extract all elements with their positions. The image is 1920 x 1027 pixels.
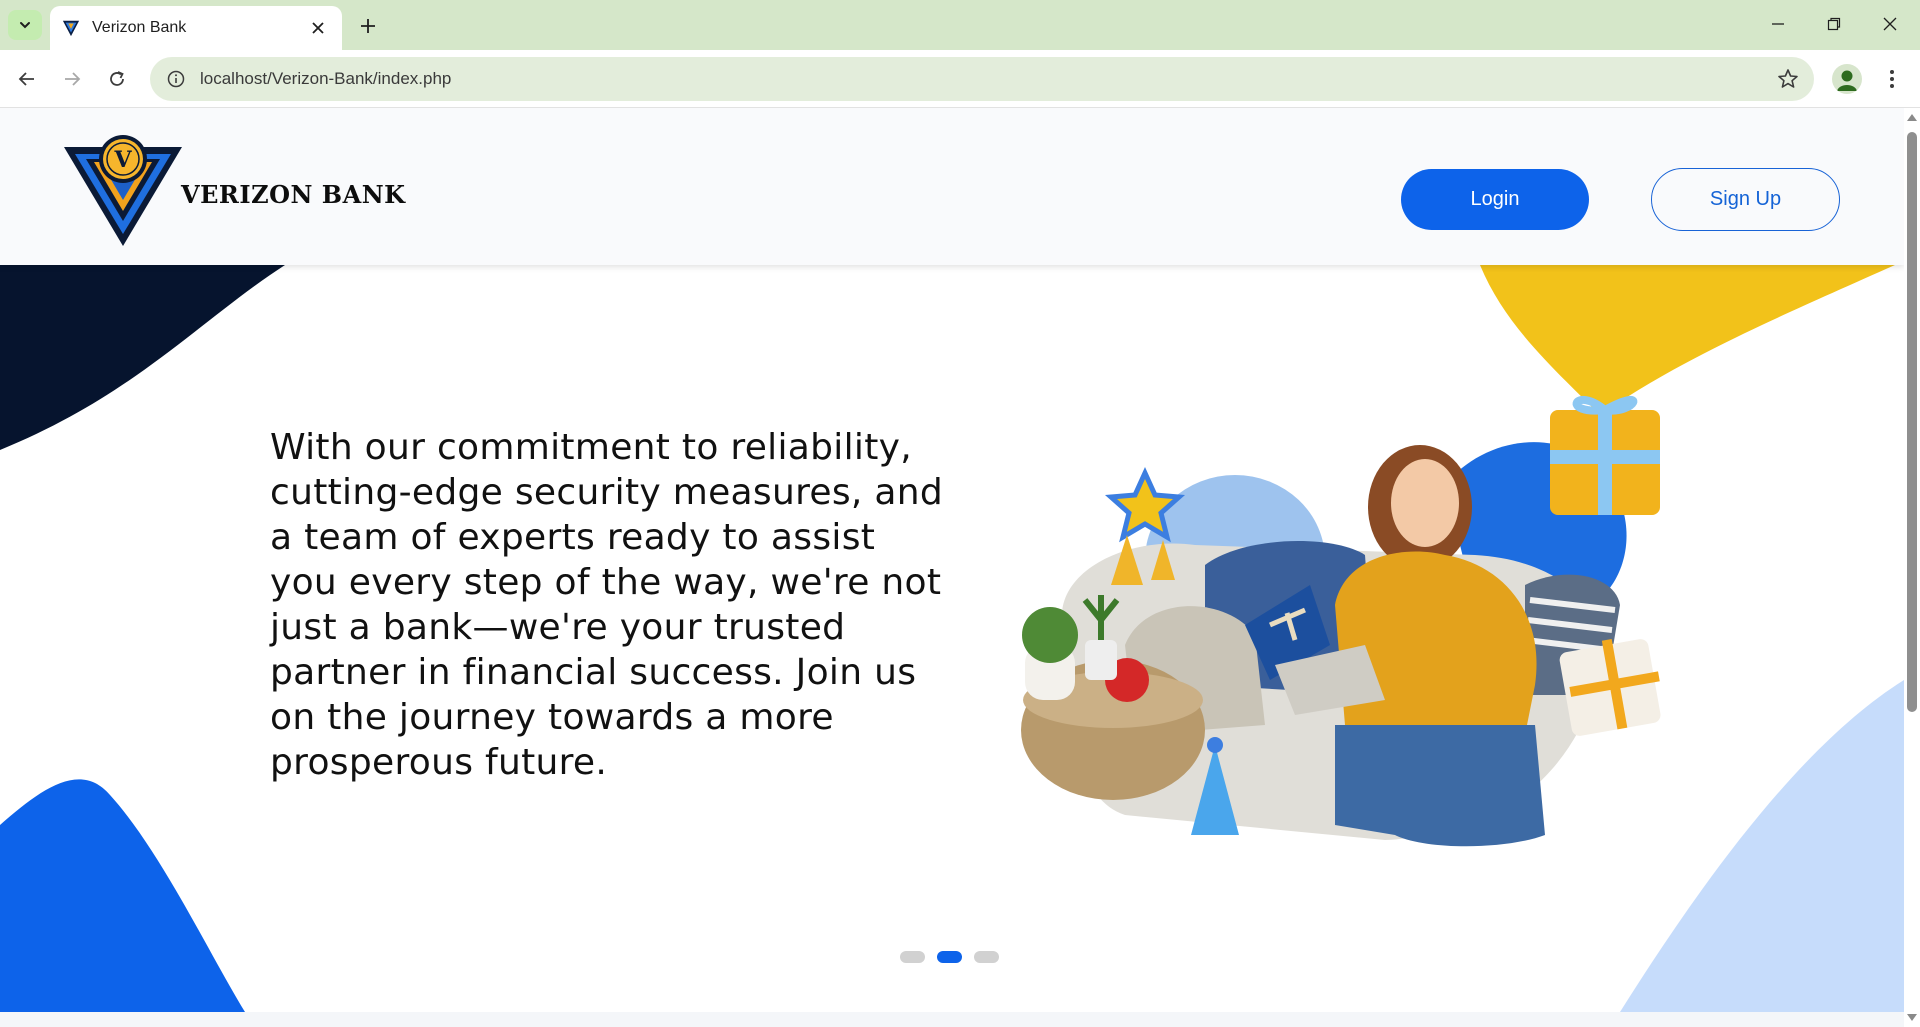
back-icon bbox=[18, 72, 34, 86]
browser-tab[interactable]: Verizon Bank bbox=[50, 6, 342, 50]
new-tab-button[interactable] bbox=[352, 10, 384, 42]
site-header: V VERIZON BANK Login Sign Up bbox=[0, 108, 1904, 265]
vertical-scrollbar[interactable] bbox=[1904, 108, 1920, 1027]
woman-with-gifts-illustration bbox=[1021, 395, 1661, 847]
forward-icon bbox=[65, 72, 81, 86]
chevron-down-icon bbox=[20, 22, 30, 29]
reload-icon bbox=[110, 71, 124, 86]
close-window-button[interactable] bbox=[1862, 6, 1918, 42]
restore-button[interactable] bbox=[1806, 6, 1862, 42]
browser-toolbar: localhost/Verizon-Bank/index.php bbox=[0, 50, 1920, 108]
site-info-button[interactable] bbox=[154, 57, 198, 101]
hero-tagline: With our commitment to reliability, cutt… bbox=[270, 427, 944, 783]
logo-letter: V bbox=[113, 147, 132, 173]
verizon-bank-favicon-icon bbox=[62, 20, 80, 37]
minimize-icon bbox=[1772, 23, 1784, 25]
menu-dots-icon bbox=[1890, 70, 1894, 88]
forward-button[interactable] bbox=[55, 62, 89, 96]
reload-button[interactable] bbox=[100, 62, 134, 96]
tab-strip: Verizon Bank bbox=[0, 0, 1920, 50]
minimize-button[interactable] bbox=[1750, 6, 1806, 42]
info-icon bbox=[167, 70, 185, 88]
tab-search-button[interactable] bbox=[8, 10, 42, 40]
navy-corner-shape bbox=[0, 265, 285, 450]
scroll-down-arrow-icon[interactable] bbox=[1907, 1014, 1917, 1021]
carousel-dot-2[interactable] bbox=[937, 951, 962, 963]
close-icon bbox=[1883, 17, 1897, 31]
carousel-indicators bbox=[900, 951, 999, 963]
profile-icon bbox=[1837, 70, 1857, 91]
restore-icon bbox=[1827, 17, 1841, 31]
page-bottom-strip bbox=[0, 1012, 1904, 1027]
address-bar[interactable]: localhost/Verizon-Bank/index.php bbox=[150, 57, 1814, 101]
browser-menu-button[interactable] bbox=[1878, 62, 1906, 96]
plus-icon bbox=[361, 19, 375, 33]
hero-carousel: With our commitment to reliability, cutt… bbox=[0, 265, 1904, 1012]
scroll-thumb[interactable] bbox=[1907, 132, 1917, 712]
blue-corner-shape bbox=[0, 779, 245, 1012]
verizon-bank-logo[interactable]: V bbox=[62, 132, 184, 248]
close-icon bbox=[312, 22, 324, 34]
login-button[interactable]: Login bbox=[1401, 169, 1589, 230]
tab-title: Verizon Bank bbox=[92, 19, 187, 36]
carousel-dot-3[interactable] bbox=[974, 951, 999, 963]
scroll-up-arrow-icon[interactable] bbox=[1907, 114, 1917, 121]
carousel-dot-1[interactable] bbox=[900, 951, 925, 963]
yellow-corner-shape bbox=[1480, 265, 1895, 415]
brand-name: VERIZON BANK bbox=[181, 180, 406, 209]
page-viewport: V VERIZON BANK Login Sign Up With our co… bbox=[0, 108, 1904, 1027]
url-text: localhost/Verizon-Bank/index.php bbox=[200, 69, 452, 88]
tab-close-button[interactable] bbox=[306, 16, 330, 40]
back-button[interactable] bbox=[10, 62, 44, 96]
star-icon[interactable] bbox=[1776, 67, 1800, 91]
profile-button[interactable] bbox=[1832, 64, 1862, 94]
sign-up-button[interactable]: Sign Up bbox=[1651, 168, 1840, 231]
